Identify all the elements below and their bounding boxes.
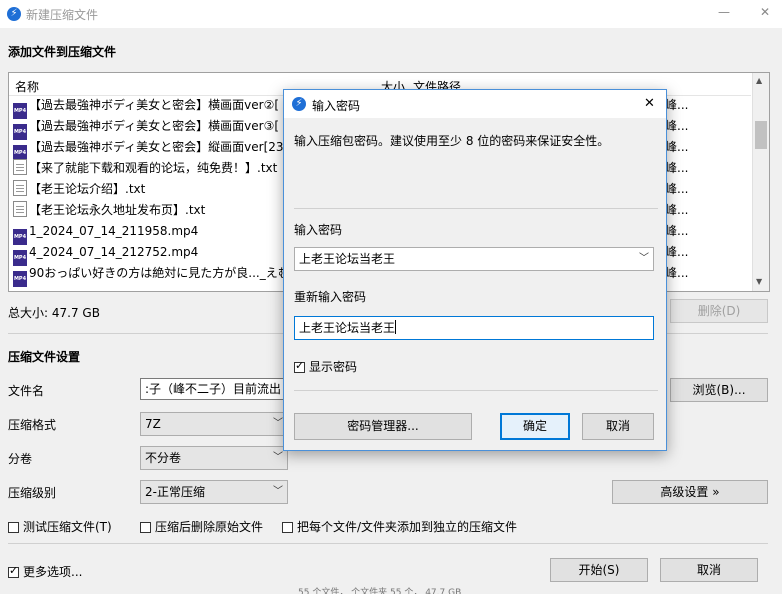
browse-button[interactable]: 浏览(B)...: [670, 378, 768, 402]
level-value: 2-正常压缩: [145, 485, 205, 499]
split-select[interactable]: 不分卷 ﹀: [140, 446, 288, 470]
close-button[interactable]: ✕: [760, 5, 770, 19]
checkbox-icon: [140, 522, 151, 533]
file-name: 4_2024_07_14_212752.mp4: [29, 245, 199, 259]
confirm-password-input[interactable]: 上老王论坛当老王: [294, 316, 654, 340]
file-name: 【過去最強神ボディ美女と密会】横画面ver②[: [29, 98, 280, 112]
scroll-up-icon[interactable]: ▲: [756, 76, 762, 85]
file-row[interactable]: 【老王论坛永久地址发布页】.txt: [13, 200, 205, 221]
title-bar: ⚡ 新建压缩文件 — ✕: [0, 0, 782, 28]
text-caret: [395, 320, 397, 334]
delete-after-label: 压缩后删除原始文件: [155, 520, 264, 534]
column-header-name[interactable]: 名称: [15, 78, 39, 95]
file-list-scrollbar[interactable]: ▲ ▼: [752, 73, 769, 291]
checkbox-icon: [282, 522, 293, 533]
dialog-close-button[interactable]: ✕: [644, 96, 655, 111]
mp4-icon: MP4: [13, 271, 27, 287]
dialog-divider: [294, 390, 658, 391]
file-row[interactable]: MP4 【過去最強神ボディ美女と密会】横画面ver②[: [13, 95, 280, 119]
separate-archives-label: 把每个文件/文件夹添加到独立的压缩文件: [297, 520, 518, 534]
confirm-password-label: 重新输入密码: [294, 290, 367, 304]
add-files-section-title: 添加文件到压缩文件: [8, 45, 117, 59]
file-path: 峰...: [665, 266, 689, 280]
file-path: 峰...: [665, 98, 689, 112]
file-row[interactable]: MP4 4_2024_07_14_212752.mp4: [13, 242, 199, 266]
separate-archives-checkbox[interactable]: 把每个文件/文件夹添加到独立的压缩文件: [282, 518, 517, 535]
file-row[interactable]: MP4 1_2024_07_14_211958.mp4: [13, 221, 199, 245]
test-archive-checkbox[interactable]: 测试压缩文件(T): [8, 518, 112, 535]
file-row[interactable]: MP4 90おっぱい好きの方は絶対に見た方が良..._えむ: [13, 263, 290, 287]
file-path: 峰...: [665, 203, 689, 217]
chevron-down-icon: ﹀: [273, 452, 283, 463]
advanced-settings-button[interactable]: 高级设置 »: [612, 480, 768, 504]
txt-icon: [13, 201, 27, 217]
level-label: 压缩级别: [8, 486, 57, 500]
delete-after-checkbox[interactable]: 压缩后删除原始文件: [140, 518, 263, 535]
checkbox-checked-icon: [294, 359, 305, 373]
show-password-checkbox[interactable]: 显示密码: [294, 358, 357, 375]
file-path: 峰...: [665, 119, 689, 133]
file-name: 【過去最強神ボディ美女と密会】縦画面ver[23: [29, 140, 284, 154]
checkbox-icon: [8, 522, 19, 533]
more-options-label: 更多选项...: [23, 565, 83, 579]
format-select[interactable]: 7Z ﹀: [140, 412, 288, 436]
file-name: 1_2024_07_14_211958.mp4: [29, 224, 199, 238]
filename-label: 文件名: [8, 384, 45, 398]
dialog-title: 输入密码: [312, 99, 361, 113]
chevron-down-icon: ﹀: [273, 418, 283, 429]
file-path: 峰...: [665, 224, 689, 238]
show-password-label: 显示密码: [309, 360, 358, 374]
start-button[interactable]: 开始(S): [550, 558, 648, 582]
file-path: 峰...: [665, 140, 689, 154]
password-label: 输入密码: [294, 223, 343, 237]
file-row[interactable]: MP4 【過去最強神ボディ美女と密会】縦画面ver[23: [13, 137, 284, 161]
scrollbar-thumb[interactable]: [755, 121, 767, 149]
dialog-divider: [294, 208, 658, 209]
level-select[interactable]: 2-正常压缩 ﹀: [140, 480, 288, 504]
file-name: 【老王论坛介绍】.txt: [29, 182, 146, 196]
confirm-password-value: 上老王论坛当老王: [299, 321, 396, 335]
file-row[interactable]: MP4 【過去最強神ボディ美女と密会】横画面ver③[: [13, 116, 280, 140]
file-path: 峰...: [665, 245, 689, 259]
dialog-cancel-button[interactable]: 取消: [582, 413, 654, 440]
password-combo[interactable]: 上老王论坛当老王 ﹀: [294, 247, 654, 271]
chevron-down-icon[interactable]: ﹀: [639, 248, 649, 270]
split-value: 不分卷: [145, 451, 182, 465]
status-summary: 55 个文件， 个文件夹 55 个， 47.7 GB: [298, 588, 462, 594]
scroll-down-icon[interactable]: ▼: [756, 277, 762, 286]
file-name: 90おっぱい好きの方は絶対に見た方が良..._えむ: [29, 266, 290, 280]
minimize-button[interactable]: —: [718, 5, 730, 19]
password-hint: 输入压缩包密码。建议使用至少 8 位的密码来保证安全性。: [294, 134, 610, 148]
app-logo-icon: ⚡: [292, 97, 306, 111]
file-name: 【老王论坛永久地址发布页】.txt: [29, 203, 206, 217]
password-value: 上老王论坛当老王: [299, 252, 396, 266]
file-row[interactable]: 【来了就能下载和观看的论坛，纯免费！】.txt: [13, 158, 277, 179]
txt-icon: [13, 180, 27, 196]
split-label: 分卷: [8, 452, 33, 466]
more-options-checkbox[interactable]: 更多选项...: [8, 563, 82, 580]
delete-button[interactable]: 删除(D): [670, 299, 768, 323]
format-label: 压缩格式: [8, 418, 57, 432]
filename-input[interactable]: :子（峰不二子）目前流出: [140, 378, 290, 400]
settings-section-title: 压缩文件设置: [8, 350, 81, 364]
app-logo-icon: ⚡: [7, 7, 21, 21]
file-name: 【来了就能下载和观看的论坛，纯免费！】.txt: [29, 161, 278, 175]
chevron-down-icon: ﹀: [273, 486, 283, 497]
dialog-title-bar: ⚡ 输入密码 ✕: [284, 90, 666, 118]
file-row[interactable]: 【老王论坛介绍】.txt: [13, 179, 145, 200]
total-size-label: 总大小: 47.7 GB: [8, 306, 100, 320]
cancel-button[interactable]: 取消: [660, 558, 758, 582]
file-path: 峰...: [665, 161, 689, 175]
txt-icon: [13, 159, 27, 175]
file-name: 【過去最強神ボディ美女と密会】横画面ver③[: [29, 119, 280, 133]
section-divider: [8, 543, 768, 544]
checkbox-checked-icon: [8, 564, 19, 578]
format-value: 7Z: [145, 417, 161, 431]
test-archive-label: 测试压缩文件(T): [23, 520, 112, 534]
ok-button[interactable]: 确定: [500, 413, 570, 440]
window-title: 新建压缩文件: [26, 8, 99, 22]
password-dialog: ⚡ 输入密码 ✕ 输入压缩包密码。建议使用至少 8 位的密码来保证安全性。 输入…: [283, 89, 667, 451]
file-path: 峰...: [665, 182, 689, 196]
password-manager-button[interactable]: 密码管理器...: [294, 413, 472, 440]
